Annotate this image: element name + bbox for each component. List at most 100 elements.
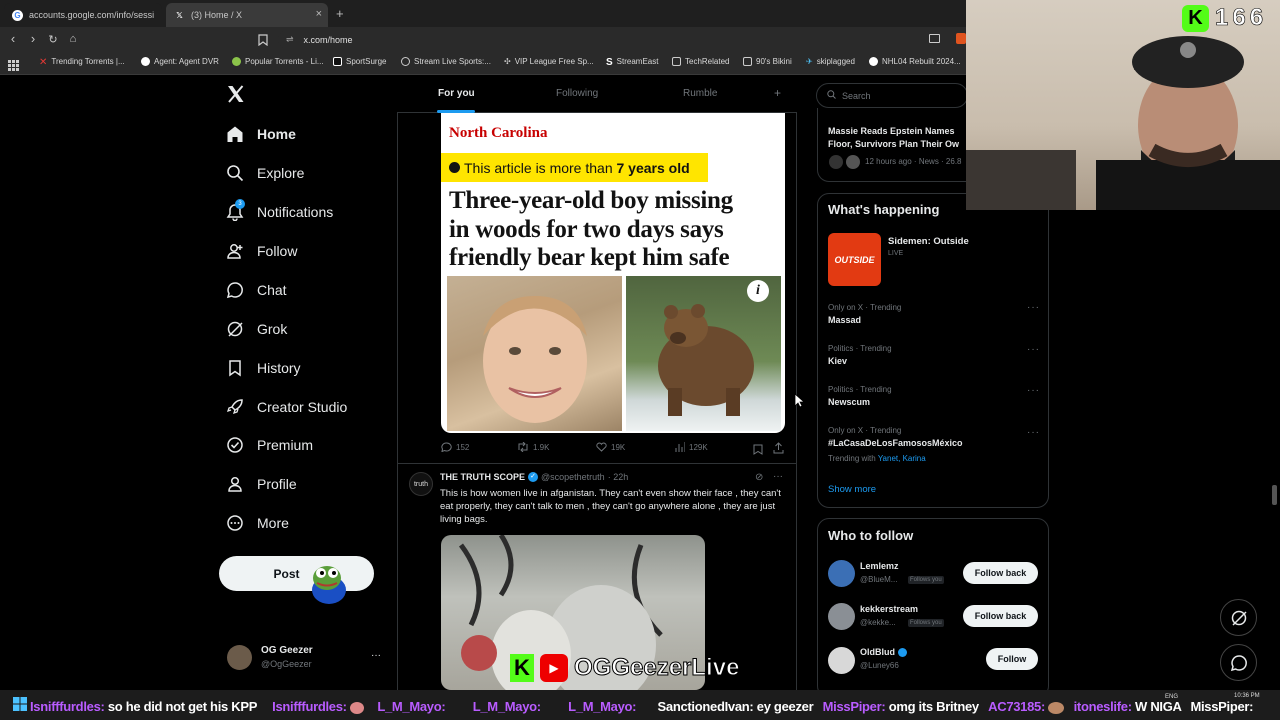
trend-name[interactable]: #LaCasaDeLosFamososMéxico — [828, 438, 963, 448]
close-tab-icon[interactable]: × — [316, 8, 322, 20]
post-time: · 22h — [607, 472, 629, 482]
live-title[interactable]: Sidemen: Outside — [888, 236, 969, 247]
account-menu-icon[interactable]: ··· — [371, 650, 381, 661]
scrollbar-thumb[interactable] — [1272, 485, 1277, 505]
news-title[interactable]: Massie Reads Epstein Names Floor, Surviv… — [828, 125, 968, 151]
reload-icon[interactable]: ↻ — [45, 33, 61, 46]
bookmark-icon[interactable] — [258, 33, 268, 51]
nav-creator-studio[interactable]: Creator Studio — [226, 393, 347, 421]
bookmark-vip-league[interactable]: ✣ VIP League Free Sp... — [504, 57, 594, 66]
trend-name[interactable]: Kiev — [828, 356, 847, 366]
bookmark-popular-torrents[interactable]: Popular Torrents - Li... — [232, 57, 324, 66]
heart-icon — [596, 442, 607, 452]
grok-post-icon[interactable]: ⊘ — [755, 472, 763, 483]
reply-button[interactable]: 152 — [441, 442, 469, 452]
bookmark-90s-bikini[interactable]: 90's Bikini — [743, 57, 792, 66]
emote-icon — [1048, 701, 1065, 714]
author-name[interactable]: THE TRUTH SCOPE — [440, 472, 525, 482]
bookmark-stream-live-sports[interactable]: Stream Live Sports:... — [401, 57, 491, 66]
live-thumbnail[interactable]: OUTSIDE — [828, 233, 881, 286]
article-image[interactable]: North Carolina This article is more than… — [441, 113, 785, 433]
follow-back-button[interactable]: Follow back — [963, 605, 1038, 627]
author-handle[interactable]: @scopethetruth — [541, 472, 605, 482]
new-tab-button[interactable]: + — [336, 6, 344, 21]
chat-message: ey geezer — [756, 699, 814, 714]
share-icon[interactable] — [773, 441, 784, 459]
search-input[interactable]: Search — [816, 83, 968, 108]
follows-you-badge: Follows you — [908, 576, 944, 584]
bookmark-trending-torrents[interactable]: ✕ Trending Torrents |... — [39, 57, 125, 68]
tab-label: accounts.google.com/info/sessionex — [29, 10, 154, 20]
follow-button[interactable]: Follow — [986, 648, 1038, 670]
url-field[interactable]: ⇌ x.com/home — [278, 30, 958, 49]
bookmark-techrelated[interactable]: TechRelated — [672, 57, 729, 66]
nav-home[interactable]: Home — [226, 120, 296, 148]
trend-more-icon[interactable]: ··· — [1027, 427, 1040, 438]
bookmark-streameast[interactable]: S StreamEast — [606, 57, 658, 68]
chat-bubble-icon — [1230, 654, 1247, 671]
site-info-icon[interactable]: ⇌ — [286, 34, 294, 45]
language-indicator[interactable]: ENG — [1165, 694, 1178, 700]
trending-with-names[interactable]: Yanet, Karina — [878, 454, 926, 463]
tab-following[interactable]: Following — [556, 88, 598, 99]
post-more-icon[interactable]: ··· — [773, 471, 783, 482]
brave-shield-icon[interactable] — [956, 33, 966, 44]
author-avatar[interactable]: truth — [409, 472, 433, 496]
nav-label: Grok — [257, 321, 288, 337]
like-button[interactable]: 19K — [596, 442, 625, 452]
browser-tab-google[interactable]: G accounts.google.com/info/sessionex — [4, 3, 162, 27]
age-notice-prefix: This article is more than — [464, 159, 617, 176]
add-tab-button[interactable]: + — [774, 86, 781, 100]
bookmark-agent-dvr[interactable]: Agent: Agent DVR — [141, 57, 219, 66]
info-icon[interactable]: i — [747, 280, 769, 302]
follow-back-button[interactable]: Follow back — [963, 562, 1038, 584]
nav-label: Explore — [257, 165, 305, 181]
apps-grid-icon[interactable] — [8, 58, 19, 76]
search-icon — [226, 164, 244, 182]
suggestion-avatar[interactable] — [828, 603, 855, 630]
back-icon[interactable]: ‹ — [5, 31, 21, 46]
repost-icon — [518, 442, 528, 452]
account-avatar[interactable] — [227, 645, 252, 670]
bookmark-skiplagged[interactable]: ✈ skiplagged — [806, 57, 855, 66]
trend-more-icon[interactable]: ··· — [1027, 385, 1040, 396]
nav-follow[interactable]: Follow — [226, 237, 297, 265]
suggestion-avatar[interactable] — [828, 560, 855, 587]
forward-icon[interactable]: › — [25, 31, 41, 46]
suggestion-name-row[interactable]: OldBlud — [860, 647, 907, 657]
screen-icon[interactable] — [929, 34, 940, 43]
browser-tab-x[interactable]: 𝕏 (3) Home / X × — [166, 3, 328, 27]
messages-fab[interactable] — [1220, 644, 1257, 681]
repost-button[interactable]: 1.9K — [517, 442, 549, 452]
nav-profile[interactable]: Profile — [226, 470, 297, 498]
nav-premium[interactable]: Premium — [226, 431, 313, 459]
bookmark-nhl04[interactable]: NHL04 Rebuilt 2024... — [869, 57, 961, 66]
whats-happening-title: What's happening — [828, 202, 940, 217]
x-logo[interactable] — [226, 84, 246, 109]
tab-rumble[interactable]: Rumble — [683, 88, 717, 99]
trend-name[interactable]: Massad — [828, 315, 861, 325]
show-more-link[interactable]: Show more — [828, 484, 876, 495]
suggestion-name[interactable]: kekkerstream — [860, 604, 918, 614]
nav-notifications[interactable]: 3 Notifications — [226, 198, 333, 226]
verified-badge-icon — [226, 436, 244, 454]
suggestion-name[interactable]: Lemlemz — [860, 561, 899, 571]
bookmark-post-icon[interactable] — [753, 442, 763, 460]
suggestion-avatar[interactable] — [828, 647, 855, 674]
bookmark-sportsurge[interactable]: SportSurge — [333, 57, 386, 66]
nav-chat[interactable]: Chat — [226, 276, 287, 304]
nav-label: Notifications — [257, 204, 334, 220]
trend-name[interactable]: Newscum — [828, 397, 870, 407]
tab-for-you[interactable]: For you — [438, 88, 475, 99]
taskbar-clock[interactable]: 10:36 PM — [1234, 693, 1260, 699]
grok-fab[interactable] — [1220, 599, 1257, 636]
trend-more-icon[interactable]: ··· — [1027, 344, 1040, 355]
nav-explore[interactable]: Explore — [226, 159, 304, 187]
home-icon[interactable]: ⌂ — [65, 33, 81, 45]
nav-history[interactable]: History — [226, 354, 301, 382]
nav-more[interactable]: More — [226, 509, 289, 537]
trend-more-icon[interactable]: ··· — [1027, 302, 1040, 313]
nav-grok[interactable]: Grok — [226, 315, 287, 343]
views-button[interactable]: 129K — [675, 442, 708, 452]
windows-start-icon[interactable] — [13, 697, 27, 716]
